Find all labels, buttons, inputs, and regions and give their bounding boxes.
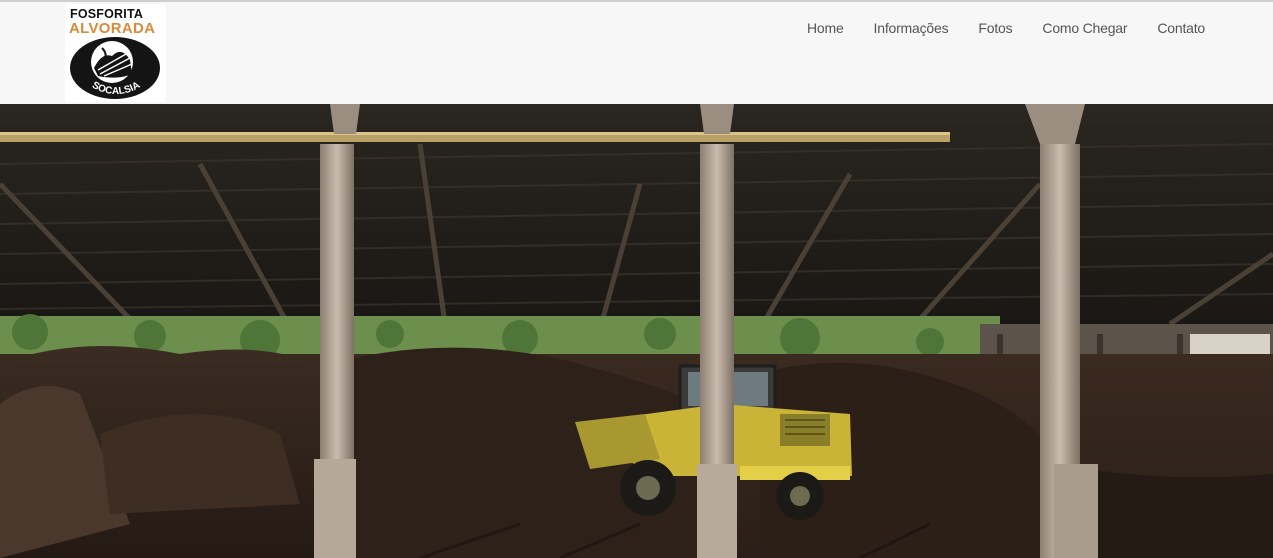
nav-contato[interactable]: Contato (1142, 20, 1205, 36)
main-nav: Home Informações Fotos Como Chegar Conta… (792, 20, 1205, 36)
nav-informacoes[interactable]: Informações (859, 20, 964, 36)
nav-fotos[interactable]: Fotos (963, 20, 1027, 36)
logo-line-1: FOSFORITA (70, 7, 144, 21)
hero-photo (0, 104, 1273, 558)
logo-emblem-icon: SOCALSIA (70, 37, 160, 99)
nav-como-chegar[interactable]: Como Chegar (1027, 20, 1142, 36)
nav-home[interactable]: Home (792, 20, 859, 36)
hero-image (0, 104, 1273, 558)
site-header: FOSFORITA ALVORADA SOCALSIA Home Informa… (0, 2, 1273, 104)
site-logo[interactable]: FOSFORITA ALVORADA SOCALSIA (65, 4, 166, 102)
